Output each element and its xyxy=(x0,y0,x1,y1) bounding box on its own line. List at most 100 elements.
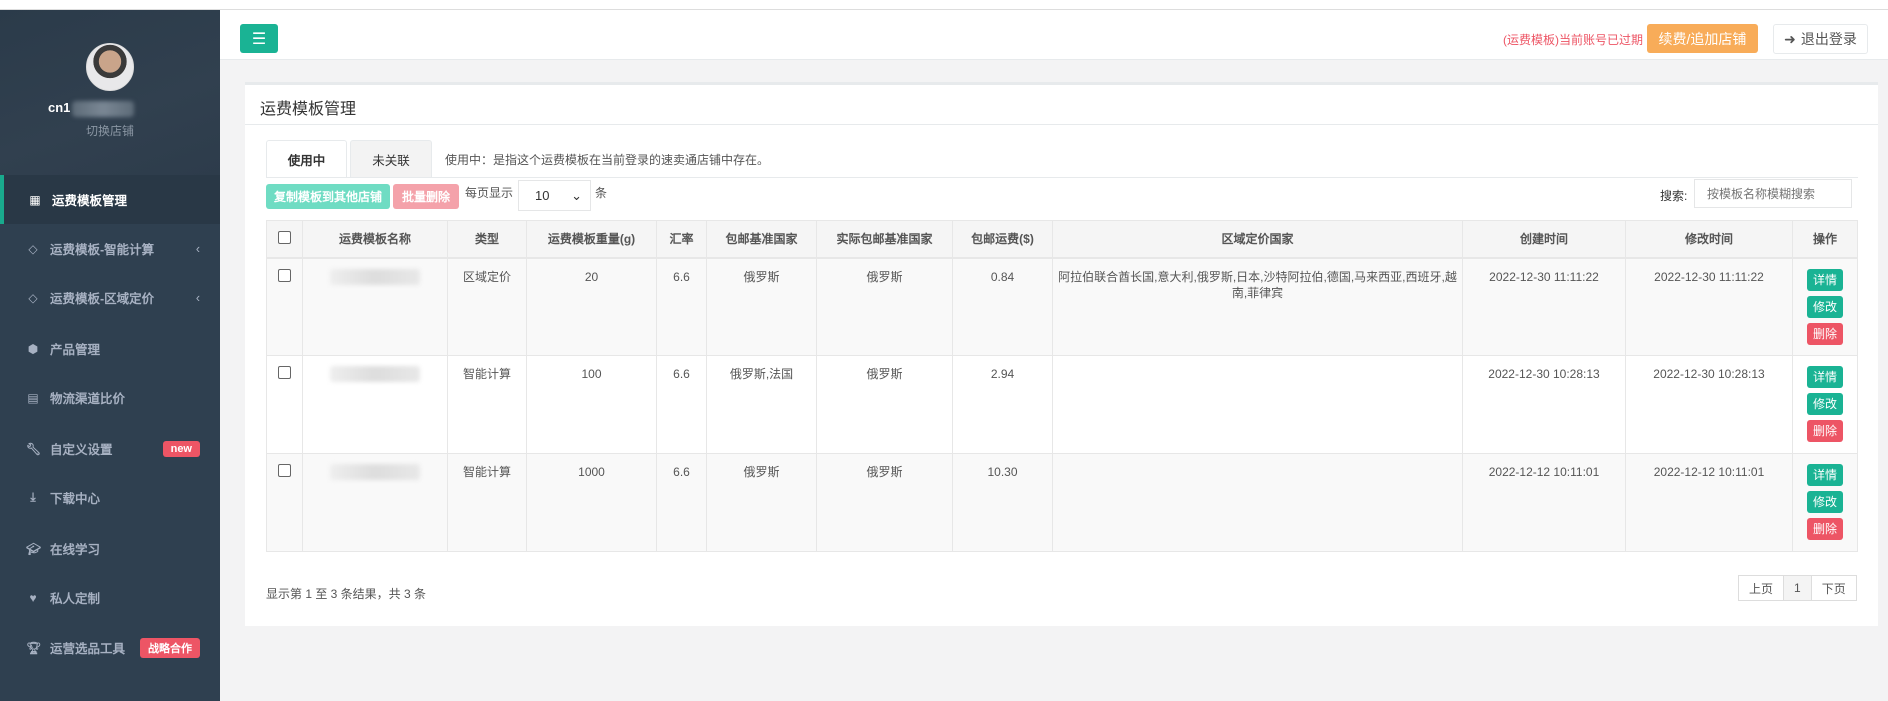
per-page-select[interactable]: 10 ⌄ xyxy=(518,180,591,211)
prev-page-button[interactable]: 上页 xyxy=(1738,575,1785,601)
sidebar-item[interactable]: 🎓︎ 在线学习 xyxy=(0,524,220,573)
nav-badge: new xyxy=(162,440,200,457)
browser-strip xyxy=(0,0,1888,10)
profile: cn1 切换店铺 xyxy=(0,10,220,175)
logout-button[interactable]: ➜ 退出登录 xyxy=(1773,24,1868,54)
sidebar-item-label: 运费模板-智能计算 xyxy=(50,243,155,257)
edit-button[interactable]: 修改 xyxy=(1807,295,1843,318)
tab-note: 使用中：是指这个运费模板在当前登录的速卖通店铺中存在。 xyxy=(445,153,770,167)
type-cell: 智能计算 xyxy=(447,355,527,454)
page-1-button[interactable]: 1 xyxy=(1783,575,1812,601)
menu-toggle-button[interactable]: ☰ xyxy=(240,24,278,53)
renew-button[interactable]: 续费/追加店铺 xyxy=(1647,24,1758,53)
row-checkbox[interactable] xyxy=(278,268,291,282)
select-all-cell xyxy=(266,220,303,259)
edit-button[interactable]: 修改 xyxy=(1807,491,1843,513)
sidebar-item[interactable]: ⤓ 下载中心 xyxy=(0,473,220,522)
column-header: 运费模板名称 xyxy=(302,220,448,259)
created-cell: 2022-12-30 11:11:22 xyxy=(1462,257,1626,356)
rate-cell: 6.6 xyxy=(656,257,707,356)
graduation-cap-icon: 🎓︎ xyxy=(26,541,42,556)
tab-in-use[interactable]: 使用中 xyxy=(266,140,347,178)
sidebar-item[interactable]: 🔧︎ 自定义设置 new xyxy=(0,424,220,473)
sidebar-item[interactable]: ▤ 物流渠道比价 xyxy=(0,373,220,422)
rate-cell: 6.6 xyxy=(656,453,707,552)
column-header: 包邮基准国家 xyxy=(706,220,817,259)
actual-cell: 俄罗斯 xyxy=(816,453,953,552)
expired-notice: (运费模板)当前账号已过期 xyxy=(1503,33,1643,47)
chevron-down-icon: ⌄ xyxy=(571,187,582,203)
sidebar-item-label: 物流渠道比价 xyxy=(50,392,126,406)
row-checkbox[interactable] xyxy=(278,366,291,379)
modified-cell: 2022-12-30 11:11:22 xyxy=(1625,257,1793,356)
delete-button[interactable]: 删除 xyxy=(1807,322,1843,345)
chevron-left-icon: ‹ xyxy=(195,241,200,256)
table-row: 智能计算 100 6.6 俄罗斯,法国 俄罗斯 2.94 2022-12-30 10:28:… xyxy=(266,355,1858,454)
base-cell: 俄罗斯 xyxy=(706,257,817,356)
detail-button[interactable]: 详情 xyxy=(1807,268,1843,291)
switch-store-link[interactable]: 切换店铺 xyxy=(0,122,220,139)
avatar xyxy=(86,43,134,91)
per-page-unit: 条 xyxy=(595,186,608,200)
page-title: 运费模板管理 xyxy=(245,85,1878,125)
wrench-icon: 🔧︎ xyxy=(26,441,42,456)
weight-cell: 100 xyxy=(526,355,657,454)
sidebar-item[interactable]: ▦ 运费模板管理 xyxy=(0,175,220,224)
base-cell: 俄罗斯,法国 xyxy=(706,355,817,454)
sidebar-item-label: 私人定制 xyxy=(50,592,101,606)
created-cell: 2022-12-12 10:11:01 xyxy=(1462,453,1626,552)
type-cell: 区域定价 xyxy=(447,257,527,356)
rate-cell: 6.6 xyxy=(656,355,707,454)
column-header: 类型 xyxy=(447,220,527,259)
column-header: 运费模板重量(g) xyxy=(526,220,657,259)
copy-template-button[interactable]: 复制模板到其他店铺 xyxy=(266,184,390,209)
sign-out-icon: ➜ xyxy=(1784,30,1796,47)
redacted-name xyxy=(330,268,420,285)
nav-badge: 战略合作 xyxy=(140,637,200,658)
batch-delete-button[interactable]: 批量删除 xyxy=(393,184,459,209)
edit-button[interactable]: 修改 xyxy=(1807,393,1843,415)
row-select-cell xyxy=(266,355,303,454)
sidebar-item-label: 运费模板管理 xyxy=(52,194,128,208)
tab-unlinked[interactable]: 未关联 xyxy=(350,140,432,178)
search-input[interactable] xyxy=(1694,179,1852,208)
diamond-icon: ◇ xyxy=(28,290,38,305)
delete-button[interactable]: 删除 xyxy=(1807,518,1843,540)
trophy-icon: 🏆︎ xyxy=(26,640,42,655)
select-all-checkbox[interactable] xyxy=(278,230,291,244)
column-header: 包邮运费($) xyxy=(952,220,1053,259)
weight-cell: 1000 xyxy=(526,453,657,552)
next-page-button[interactable]: 下页 xyxy=(1810,575,1857,601)
sidebar-item[interactable]: 🏆︎ 运营选品工具 战略合作 xyxy=(0,623,220,672)
sidebar-item-label: 下载中心 xyxy=(50,492,101,506)
region-cell: 阿拉伯联合酋长国,意大利,俄罗斯,日本,沙特阿拉伯,德国,马来西亚,西班牙,越南… xyxy=(1052,257,1463,356)
row-checkbox[interactable] xyxy=(278,464,291,477)
fee-cell: 0.84 xyxy=(952,257,1053,356)
column-header: 实际包邮基准国家 xyxy=(816,220,953,259)
sidebar-item[interactable]: ⬢ 产品管理 xyxy=(0,324,220,373)
detail-button[interactable]: 详情 xyxy=(1807,366,1843,388)
redacted-name xyxy=(330,464,420,480)
sidebar-item-label: 运营选品工具 xyxy=(50,642,126,656)
table-icon: ▦ xyxy=(29,192,41,207)
sidebar-item[interactable]: ♥ 私人定制 xyxy=(0,573,220,622)
download-icon: ⤓ xyxy=(30,490,36,504)
column-header: 操作 xyxy=(1792,220,1858,259)
detail-button[interactable]: 详情 xyxy=(1807,464,1843,486)
template-table: 运费模板名称 类型 运费模板重量(g) 汇率 包邮基准国家 实际包邮基准国家 包邮运费($)… xyxy=(266,220,1858,552)
sidebar-item[interactable]: ◇ 运费模板-智能计算 ‹ xyxy=(0,224,220,273)
diamond-icon: ◇ xyxy=(28,241,38,256)
table-row: 智能计算 1000 6.6 俄罗斯 俄罗斯 10.30 2022-12-12 10:11:0… xyxy=(266,453,1858,552)
region-cell xyxy=(1052,453,1463,552)
panel: 运费模板管理 使用中 未关联 使用中：是指这个运费模板在当前登录的速卖通店铺中存… xyxy=(245,82,1878,626)
actions-cell: 详情 修改 删除 xyxy=(1792,257,1858,356)
sidebar-item-label: 运费模板-区域定价 xyxy=(50,292,155,306)
calculator-icon: ▤ xyxy=(27,390,39,405)
fee-cell: 10.30 xyxy=(952,453,1053,552)
pagination: 上页 1 下页 xyxy=(1738,575,1857,601)
per-page-label: 每页显示 xyxy=(465,186,514,200)
sidebar-item[interactable]: ◇ 运费模板-区域定价 ‹ xyxy=(0,273,220,322)
delete-button[interactable]: 删除 xyxy=(1807,420,1843,442)
base-cell: 俄罗斯 xyxy=(706,453,817,552)
topbar: ☰ (运费模板)当前账号已过期 续费/追加店铺 ➜ 退出登录 xyxy=(220,10,1888,60)
